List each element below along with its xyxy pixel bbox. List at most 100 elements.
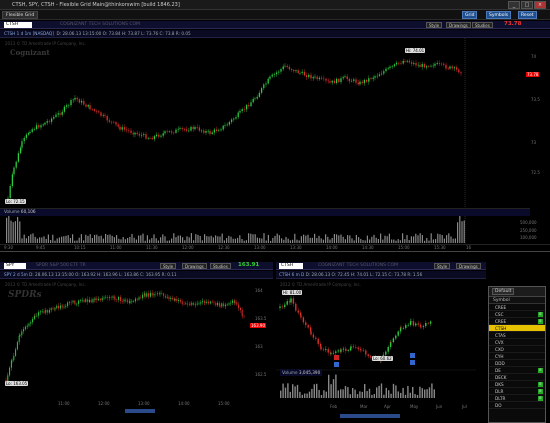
ctsh6m-price-chart[interactable] (276, 288, 476, 400)
candle (421, 64, 423, 67)
volume-bar (410, 236, 412, 243)
title-bar: CTSH, SPY, CTSH - Flexible Grid Main@thi… (0, 0, 550, 10)
candle (360, 349, 362, 351)
volume-bar (21, 238, 23, 243)
main-drawings-button[interactable]: Drawings (446, 22, 471, 28)
ctsh6m-symbol-input[interactable]: CTSH (279, 263, 303, 269)
watchlist-column-header[interactable]: Symbol (489, 297, 545, 304)
spy-price-chart[interactable] (0, 280, 260, 398)
volume-bar (215, 235, 217, 243)
candle (295, 70, 297, 72)
candle (153, 293, 155, 296)
close-button[interactable]: × (534, 1, 546, 9)
candle (32, 319, 34, 323)
reset-button[interactable]: Reset (518, 11, 537, 19)
candle (11, 360, 13, 361)
volume-bar (280, 390, 282, 398)
watchlist-row[interactable]: DE E (489, 367, 545, 374)
grid-button[interactable]: Grid (462, 11, 478, 19)
candle (410, 62, 413, 64)
maximize-button[interactable]: □ (521, 1, 533, 9)
volume-bar (289, 240, 291, 243)
watchlist-row[interactable]: CTAS (489, 332, 545, 339)
volume-bar (304, 393, 306, 398)
candle (297, 310, 299, 313)
candle (74, 303, 76, 304)
candle (96, 298, 98, 301)
volume-bar (461, 221, 463, 243)
spy-drawings-button[interactable]: Drawings (182, 263, 207, 269)
candle (241, 309, 243, 317)
candle (320, 346, 322, 350)
watchlist-row[interactable]: CREE E (489, 318, 545, 325)
earnings-marker[interactable] (410, 360, 415, 365)
main-lo-label: Lo: 72.15 (5, 199, 26, 204)
volume-bar (228, 235, 230, 243)
earnings-marker[interactable] (410, 353, 415, 358)
volume-bar (109, 234, 111, 243)
volume-bar (113, 237, 115, 243)
volume-bar (430, 233, 432, 243)
earnings-badge: E (538, 382, 543, 387)
minimize-button[interactable]: _ (508, 1, 520, 9)
watchlist-header[interactable]: Default (489, 287, 545, 297)
watchlist-symbol: CVX (495, 340, 504, 345)
candle (286, 65, 288, 68)
candle (243, 109, 246, 110)
candle (347, 350, 349, 352)
candle (428, 66, 430, 67)
volume-bar (168, 240, 170, 243)
symbols-button[interactable]: Symbols (486, 11, 512, 19)
main-studies-button[interactable]: Studies (472, 22, 493, 28)
watchlist-row[interactable]: DLTR E (489, 395, 545, 402)
volume-bar (325, 391, 327, 398)
candle (68, 105, 70, 106)
main-style-button[interactable]: Style (426, 22, 443, 28)
ctsh6m-drawings-button[interactable]: Drawings (456, 263, 481, 269)
watchlist-row[interactable]: CSC E (489, 311, 545, 318)
watchlist-row[interactable]: DECK (489, 374, 545, 381)
candle (436, 62, 438, 64)
watchlist-row[interactable]: CVX (489, 339, 545, 346)
watchlist-row[interactable]: DDD (489, 360, 545, 367)
watchlist-row[interactable]: CTSH (489, 325, 545, 332)
candle (149, 138, 151, 139)
panel-divider[interactable] (0, 251, 550, 252)
watchlist-row[interactable]: CREE (489, 304, 545, 311)
candle (194, 304, 196, 306)
main-symbol-input[interactable]: CTSH (4, 22, 32, 28)
candle (191, 302, 193, 305)
ctsh6m-style-button[interactable]: Style (434, 263, 451, 269)
candle (407, 324, 409, 326)
volume-bar (54, 240, 56, 243)
volume-bar (463, 220, 465, 243)
watchlist-row[interactable]: CXO (489, 346, 545, 353)
candle (207, 130, 209, 132)
watchlist-row[interactable]: DO (489, 402, 545, 409)
ctsh6m-scrollbar[interactable] (340, 414, 400, 418)
earnings-marker[interactable] (334, 362, 339, 367)
candle (447, 68, 449, 70)
volume-bar (419, 233, 421, 243)
candle (290, 69, 293, 70)
volume-bar (120, 239, 122, 243)
spy-style-button[interactable]: Style (160, 263, 177, 269)
watchlist-row[interactable]: CYH (489, 353, 545, 360)
volume-bar (102, 238, 104, 243)
candle (63, 306, 65, 308)
earnings-marker[interactable] (334, 355, 339, 360)
volume-bar (371, 236, 373, 243)
candle (110, 297, 112, 299)
candle (143, 134, 145, 135)
candle (19, 335, 21, 336)
spy-scrollbar[interactable] (125, 409, 155, 413)
tab-flexible-grid[interactable]: Flexible Grid (2, 11, 39, 19)
spy-symbol-input[interactable]: SPY (4, 263, 26, 269)
volume-bar (300, 236, 302, 243)
watchlist-row[interactable]: DLR E (489, 388, 545, 395)
candle (204, 302, 206, 304)
spy-studies-button[interactable]: Studies (210, 263, 231, 269)
candle (235, 117, 237, 119)
watchlist-row[interactable]: DKS E (489, 381, 545, 388)
volume-bar (131, 233, 133, 243)
